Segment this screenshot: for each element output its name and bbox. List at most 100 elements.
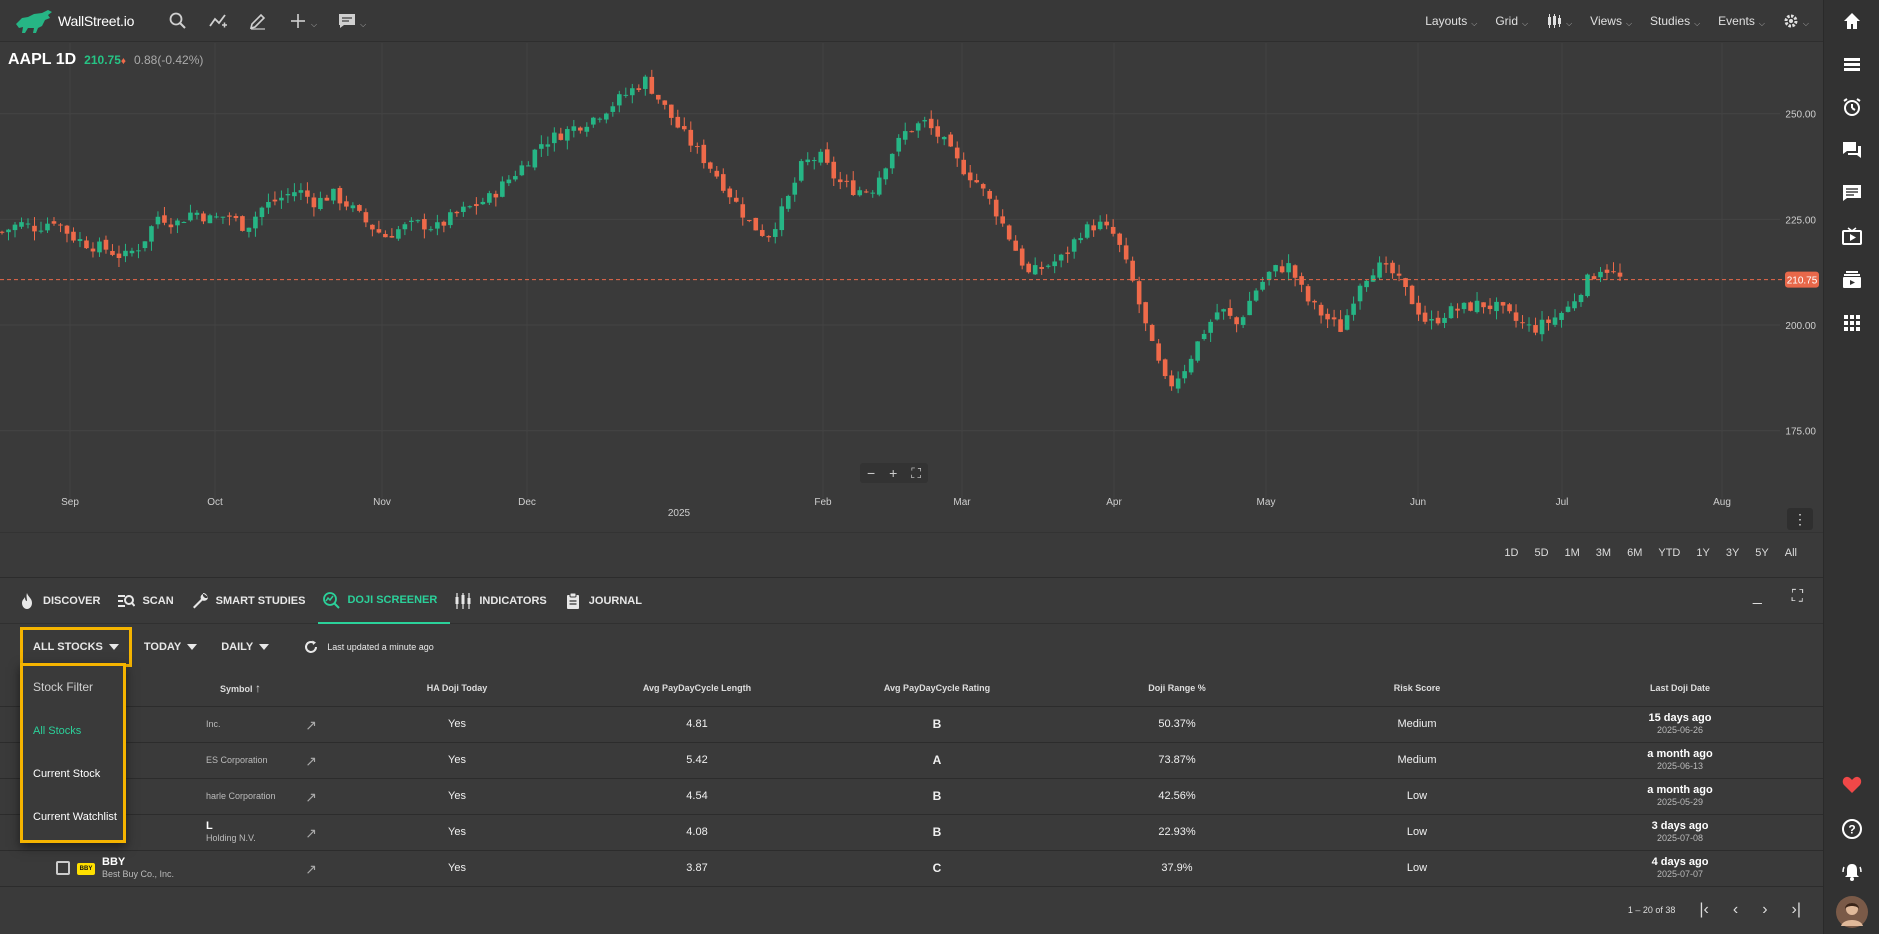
candle-body	[746, 220, 752, 222]
column-header-rating[interactable]: Avg PayDayCycle Rating	[817, 670, 1057, 707]
tab-smart-studies[interactable]: SMART STUDIES	[187, 578, 319, 624]
draw-tool[interactable]	[244, 6, 272, 36]
open-link-icon[interactable]: ↗	[305, 717, 317, 734]
help-button[interactable]: ?	[1824, 815, 1879, 843]
candle-body	[759, 230, 765, 236]
symbol-cell[interactable]: L Holding N.V. ↗	[102, 814, 337, 851]
refresh-status: Last updated a minute ago	[303, 639, 434, 655]
column-header-length[interactable]: Avg PayDayCycle Length	[577, 670, 817, 707]
crosshair-tool[interactable]: ⌵	[284, 6, 321, 36]
candle-body	[1565, 306, 1571, 312]
comment-tool[interactable]: ⌵	[333, 6, 370, 36]
candle-body	[1487, 305, 1493, 310]
candle-body	[1585, 274, 1590, 297]
range-1d[interactable]: 1D	[1498, 543, 1524, 563]
tab-indicators[interactable]: INDICATORS	[450, 578, 559, 624]
open-link-icon[interactable]: ↗	[305, 825, 317, 842]
grid-menu[interactable]: Grid ⌵	[1495, 13, 1528, 29]
column-header-risk[interactable]: Risk Score	[1297, 670, 1537, 707]
tab-scan[interactable]: SCAN	[113, 578, 186, 624]
refresh-icon[interactable]	[303, 639, 319, 655]
minimize-icon[interactable]: _	[1753, 588, 1762, 606]
chat-button[interactable]	[1824, 136, 1879, 164]
ticker-symbol[interactable]: AAPL 1D	[8, 51, 76, 69]
frequency-dropdown[interactable]: DAILY	[209, 641, 281, 653]
table-row[interactable]: harle Corporation ↗ Yes 4.54 B 42.56% Low…	[0, 778, 1823, 815]
candle-body	[1091, 225, 1096, 231]
watchlist-button[interactable]	[1824, 50, 1879, 78]
favorites-button[interactable]	[1824, 771, 1879, 799]
first-page-icon[interactable]: |‹	[1699, 901, 1708, 919]
prev-page-icon[interactable]: ‹	[1733, 901, 1738, 919]
media-library-button[interactable]	[1824, 266, 1879, 294]
notifications-button[interactable]	[1824, 858, 1879, 886]
table-row[interactable]: L Holding N.V. ↗ Yes 4.08 B 22.93% Low 3 d…	[0, 814, 1823, 851]
alerts-button[interactable]	[1824, 93, 1879, 121]
symbol-cell[interactable]: BBY Best Buy Co., Inc. ↗	[102, 850, 337, 887]
column-header-doji-range[interactable]: Doji Range %	[1057, 670, 1297, 707]
message-icon	[1843, 185, 1861, 201]
candle-body	[1468, 302, 1473, 311]
candle-body	[701, 144, 707, 164]
table-row[interactable]: Inc. ↗ Yes 4.81 B 50.37% Medium 15 days a…	[0, 706, 1823, 743]
next-page-icon[interactable]: ›	[1762, 901, 1767, 919]
menu-item-all-stocks[interactable]: All Stocks	[33, 725, 81, 737]
candle-body	[974, 180, 979, 183]
search-tool[interactable]	[164, 6, 192, 36]
candle-body	[51, 221, 57, 224]
period-dropdown[interactable]: TODAY	[132, 641, 209, 653]
studies-menu[interactable]: Studies ⌵	[1650, 13, 1700, 29]
symbol-cell[interactable]: ES Corporation ↗	[102, 742, 337, 779]
views-menu[interactable]: Views ⌵	[1590, 13, 1632, 29]
chevron-down-icon: ⌵	[1471, 19, 1478, 28]
expand-icon[interactable]: ⛶	[1792, 588, 1803, 606]
last-page-icon[interactable]: ›|	[1792, 901, 1801, 919]
chart-options-button[interactable]: ⋮	[1787, 508, 1813, 530]
range-3m[interactable]: 3M	[1590, 543, 1617, 563]
zoom-out-button[interactable]: −	[867, 465, 875, 481]
events-menu[interactable]: Events ⌵	[1718, 13, 1765, 29]
range-3y[interactable]: 3Y	[1720, 543, 1745, 563]
range-6m[interactable]: 6M	[1621, 543, 1648, 563]
apps-button[interactable]	[1824, 309, 1879, 337]
zoom-in-button[interactable]: +	[889, 465, 897, 481]
column-header-last-doji[interactable]: Last Doji Date	[1537, 670, 1823, 707]
open-link-icon[interactable]: ↗	[305, 753, 317, 770]
open-link-icon[interactable]: ↗	[305, 861, 317, 878]
symbol-cell[interactable]: Inc. ↗	[102, 706, 337, 743]
tab-discover[interactable]: DISCOVER	[14, 578, 113, 624]
open-link-icon[interactable]: ↗	[305, 789, 317, 806]
menu-item-current-stock[interactable]: Current Stock	[33, 768, 100, 780]
range-1y[interactable]: 1Y	[1690, 543, 1715, 563]
candlestick-chart[interactable]: 250.00 225.00 200.00 175.00 Sep Oct Nov Dec Feb M…	[0, 43, 1823, 533]
chart-type-menu[interactable]: ⌵	[1546, 13, 1572, 29]
tab-doji-screener[interactable]: DOJI SCREENER	[318, 578, 451, 624]
user-avatar[interactable]	[1824, 895, 1879, 929]
stock-filter-dropdown[interactable]: ALL STOCKS	[20, 627, 132, 667]
range-5y[interactable]: 5Y	[1749, 543, 1774, 563]
row-checkbox[interactable]	[56, 861, 70, 875]
range-5d[interactable]: 5D	[1528, 543, 1554, 563]
price-chart[interactable]: 250.00 225.00 200.00 175.00 Sep Oct Nov Dec Feb M…	[0, 43, 1823, 559]
home-button[interactable]	[1824, 7, 1879, 35]
caret-down-icon	[108, 644, 119, 650]
live-tv-button[interactable]	[1824, 223, 1879, 251]
candle-body	[727, 188, 733, 198]
table-row[interactable]: ES Corporation ↗ Yes 5.42 A 73.87% Medium…	[0, 742, 1823, 779]
column-header-symbol[interactable]: Symbol ↑	[102, 670, 337, 707]
messages-button[interactable]	[1824, 179, 1879, 207]
menu-item-current-watchlist[interactable]: Current Watchlist	[33, 811, 117, 823]
symbol-cell[interactable]: harle Corporation ↗	[102, 778, 337, 815]
tab-journal[interactable]: JOURNAL	[560, 578, 655, 624]
brand-logo[interactable]: WallStreet.io	[12, 6, 142, 36]
layouts-menu[interactable]: Layouts ⌵	[1425, 13, 1477, 29]
range-1m[interactable]: 1M	[1559, 543, 1586, 563]
column-header-ha-doji[interactable]: HA Doji Today	[337, 670, 577, 707]
trend-tool[interactable]	[204, 6, 232, 36]
table-row[interactable]: BBY BBY Best Buy Co., Inc. ↗ Yes 3.87 C 37…	[0, 850, 1823, 887]
fullscreen-icon[interactable]: ⛶	[911, 465, 921, 482]
range-all[interactable]: All	[1779, 543, 1803, 563]
settings-menu[interactable]: ⌵	[1783, 13, 1809, 29]
candle-body	[772, 229, 778, 237]
range-ytd[interactable]: YTD	[1652, 543, 1686, 563]
